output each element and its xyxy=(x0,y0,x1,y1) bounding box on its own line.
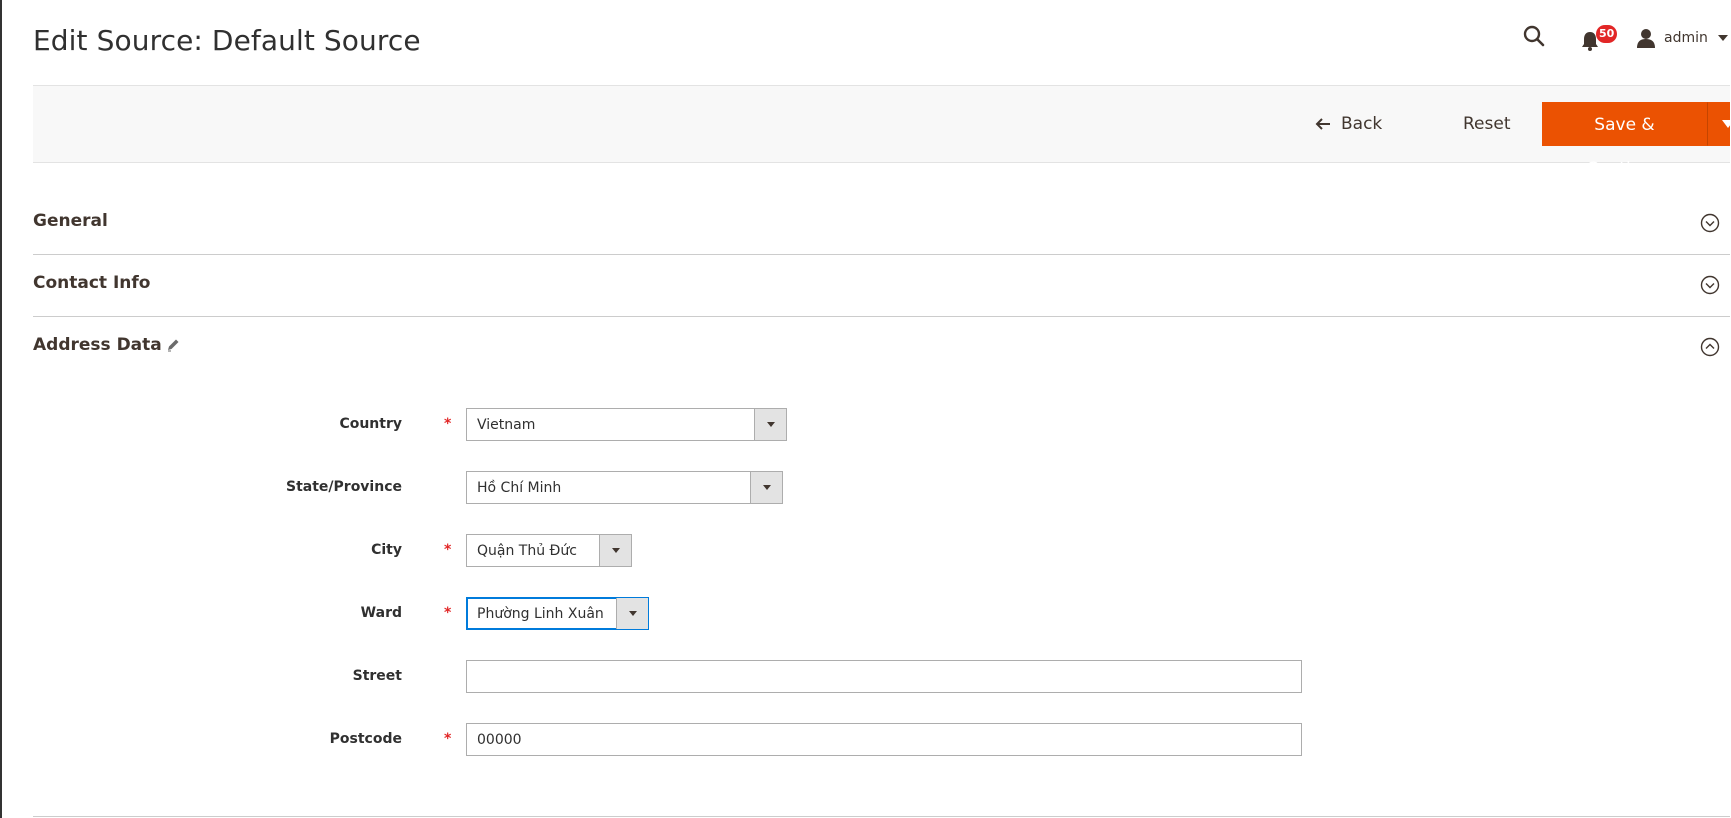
chevron-down-circle-icon xyxy=(1700,275,1720,295)
user-menu[interactable]: admin xyxy=(1636,26,1728,50)
section-divider xyxy=(33,816,1730,817)
chevron-down-icon xyxy=(762,485,771,490)
state-select[interactable]: Hồ Chí Minh xyxy=(466,471,783,504)
street-label: Street xyxy=(352,668,402,684)
reset-button[interactable]: Reset xyxy=(1463,110,1511,138)
ward-label: Ward xyxy=(360,605,402,621)
page: Edit Source: Default Source 50 admin Bac… xyxy=(0,0,1731,818)
ward-field-row: Ward * Phường Linh Xuân xyxy=(2,597,1402,631)
save-button-group: Save & Continue xyxy=(1542,102,1731,179)
section-general[interactable]: General xyxy=(33,193,1730,255)
user-name: admin xyxy=(1664,30,1708,46)
chevron-down-circle-icon xyxy=(1700,213,1720,233)
required-marker: * xyxy=(444,731,452,747)
search-icon xyxy=(1523,25,1545,47)
chevron-down-icon xyxy=(611,548,620,553)
street-field-row: Street xyxy=(2,660,1402,694)
state-label: State/Province xyxy=(286,479,402,495)
section-title-contact-info: Contact Info xyxy=(33,273,151,293)
street-input[interactable] xyxy=(466,660,1302,693)
city-value: Quận Thủ Đức xyxy=(477,543,577,559)
country-value: Vietnam xyxy=(477,417,536,433)
dropdown-arrow[interactable] xyxy=(750,472,782,503)
chevron-down-icon xyxy=(766,422,775,427)
section-title-general: General xyxy=(33,211,108,231)
state-field-row: State/Province Hồ Chí Minh xyxy=(2,471,1402,505)
back-button[interactable]: Back xyxy=(1315,110,1382,138)
country-field-row: Country * Vietnam xyxy=(2,408,1402,442)
section-address-data[interactable]: Address Data xyxy=(33,317,1730,379)
required-marker: * xyxy=(444,605,452,621)
page-actions-toolbar: Back Reset Save & Continue xyxy=(33,85,1731,179)
section-contact-info[interactable]: Contact Info xyxy=(33,255,1730,317)
city-label: City xyxy=(371,542,402,558)
dropdown-arrow[interactable] xyxy=(754,409,786,440)
back-label: Back xyxy=(1341,114,1383,134)
page-title: Edit Source: Default Source xyxy=(33,24,421,57)
pencil-icon xyxy=(168,339,179,352)
city-select[interactable]: Quận Thủ Đức xyxy=(466,534,632,567)
required-marker: * xyxy=(444,542,452,558)
chevron-up-circle-icon xyxy=(1700,337,1720,357)
postcode-field-row: Postcode * xyxy=(2,723,1402,757)
country-select[interactable]: Vietnam xyxy=(466,408,787,441)
postcode-input[interactable] xyxy=(466,723,1302,756)
ward-value: Phường Linh Xuân xyxy=(477,606,604,622)
state-value: Hồ Chí Minh xyxy=(477,480,562,496)
notifications-button[interactable]: 50 xyxy=(1580,25,1618,54)
search-button[interactable] xyxy=(1522,24,1550,52)
chevron-down-icon xyxy=(1717,35,1728,41)
user-icon xyxy=(1637,29,1655,48)
required-marker: * xyxy=(444,416,452,432)
save-options-toggle[interactable] xyxy=(1707,102,1731,146)
postcode-label: Postcode xyxy=(329,731,402,747)
city-field-row: City * Quận Thủ Đức xyxy=(2,534,1402,568)
notification-count-badge: 50 xyxy=(1596,25,1618,43)
save-continue-button[interactable]: Save & Continue xyxy=(1542,102,1707,179)
dropdown-arrow[interactable] xyxy=(599,535,631,566)
arrow-left-icon xyxy=(1315,118,1330,130)
ward-select[interactable]: Phường Linh Xuân xyxy=(466,597,649,630)
country-label: Country xyxy=(339,416,402,432)
dropdown-arrow[interactable] xyxy=(616,598,648,629)
section-title-address-data: Address Data xyxy=(33,335,162,355)
chevron-down-icon xyxy=(628,611,637,616)
